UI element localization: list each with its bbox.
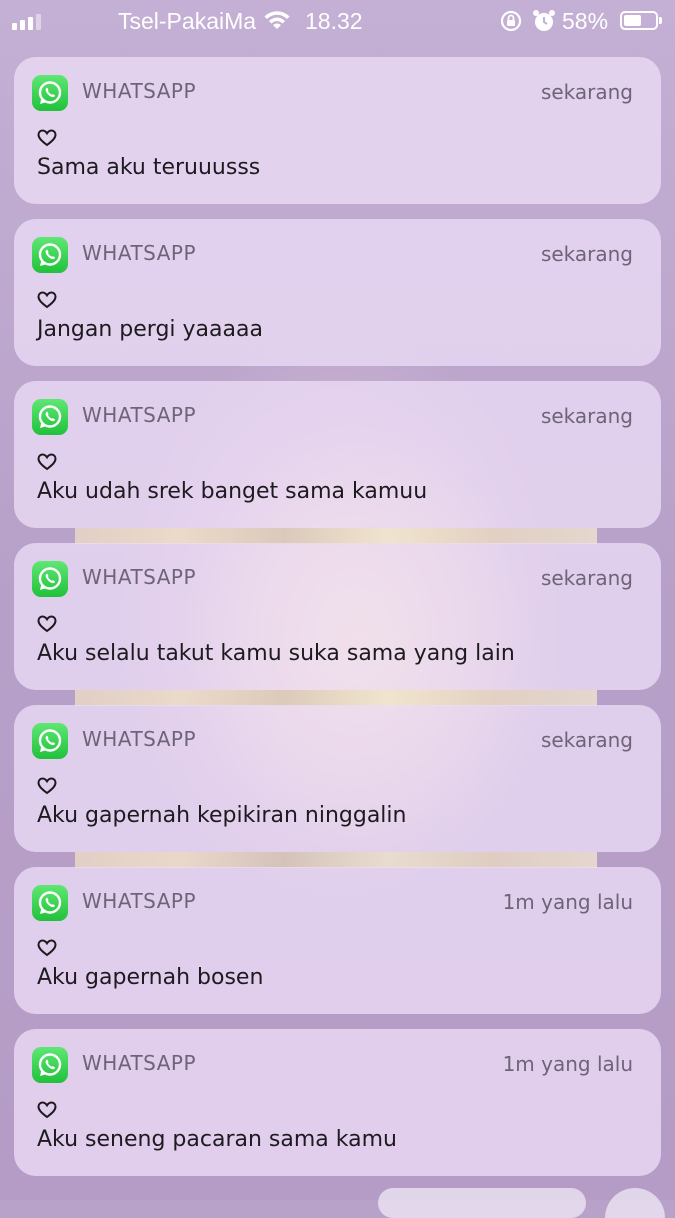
heart-icon: [37, 615, 57, 637]
notification-time: sekarang: [540, 566, 633, 590]
whatsapp-icon: [32, 399, 68, 435]
alarm-icon: [532, 8, 556, 40]
whatsapp-icon: [32, 885, 68, 921]
notification-message: Aku gapernah kepikiran ninggalin: [37, 803, 407, 828]
whatsapp-icon: [32, 561, 68, 597]
notification-card[interactable]: WHATSAPP sekarang Aku gapernah kepikiran…: [14, 705, 661, 852]
status-bar: Tsel-PakaiMasker 18.32 58%: [0, 0, 675, 44]
wifi-icon: [262, 8, 292, 38]
notification-card[interactable]: WHATSAPP 1m yang lalu Aku seneng pacaran…: [14, 1029, 661, 1176]
notification-message: Aku selalu takut kamu suka sama yang lai…: [37, 641, 515, 666]
app-name: WHATSAPP: [82, 403, 197, 427]
notification-card[interactable]: WHATSAPP sekarang Aku selalu takut kamu …: [14, 543, 661, 690]
notification-card[interactable]: WHATSAPP sekarang Sama aku teruuusss: [14, 57, 661, 204]
battery-icon: [620, 11, 662, 30]
whatsapp-icon: [32, 723, 68, 759]
app-name: WHATSAPP: [82, 565, 197, 589]
notification-card[interactable]: WHATSAPP sekarang Jangan pergi yaaaaa: [14, 219, 661, 366]
notification-message: Sama aku teruuusss: [37, 155, 261, 180]
notification-time: sekarang: [540, 404, 633, 428]
heart-icon: [37, 939, 57, 961]
signal-icon: [12, 14, 41, 30]
notification-stack-edge: [378, 1188, 586, 1218]
app-name: WHATSAPP: [82, 889, 197, 913]
app-name: WHATSAPP: [82, 241, 197, 265]
notification-message: Aku gapernah bosen: [37, 965, 264, 990]
notification-time: sekarang: [540, 242, 633, 266]
notification-time: sekarang: [540, 728, 633, 752]
notification-message: Aku seneng pacaran sama kamu: [37, 1127, 397, 1152]
rotation-lock-icon: [499, 9, 523, 39]
notification-time: sekarang: [540, 80, 633, 104]
notification-message: Aku udah srek banget sama kamuu: [37, 479, 428, 504]
heart-icon: [37, 777, 57, 799]
notification-message: Jangan pergi yaaaaa: [37, 317, 263, 342]
notification-list[interactable]: WHATSAPP sekarang Sama aku teruuusss WHA…: [14, 57, 661, 1191]
notification-card[interactable]: WHATSAPP sekarang Aku udah srek banget s…: [14, 381, 661, 528]
app-name: WHATSAPP: [82, 79, 197, 103]
app-name: WHATSAPP: [82, 1051, 197, 1075]
notification-time: 1m yang lalu: [502, 890, 633, 914]
whatsapp-icon: [32, 237, 68, 273]
carrier-name: Tsel-PakaiMasker: [118, 8, 256, 34]
notification-card[interactable]: WHATSAPP 1m yang lalu Aku gapernah bosen: [14, 867, 661, 1014]
app-name: WHATSAPP: [82, 727, 197, 751]
battery-percentage: 58%: [562, 8, 609, 34]
heart-icon: [37, 129, 57, 151]
heart-icon: [37, 291, 57, 313]
clock: 18.32: [305, 8, 363, 34]
notification-time: 1m yang lalu: [502, 1052, 633, 1076]
whatsapp-icon: [32, 75, 68, 111]
heart-icon: [37, 1101, 57, 1123]
heart-icon: [37, 453, 57, 475]
whatsapp-icon: [32, 1047, 68, 1083]
